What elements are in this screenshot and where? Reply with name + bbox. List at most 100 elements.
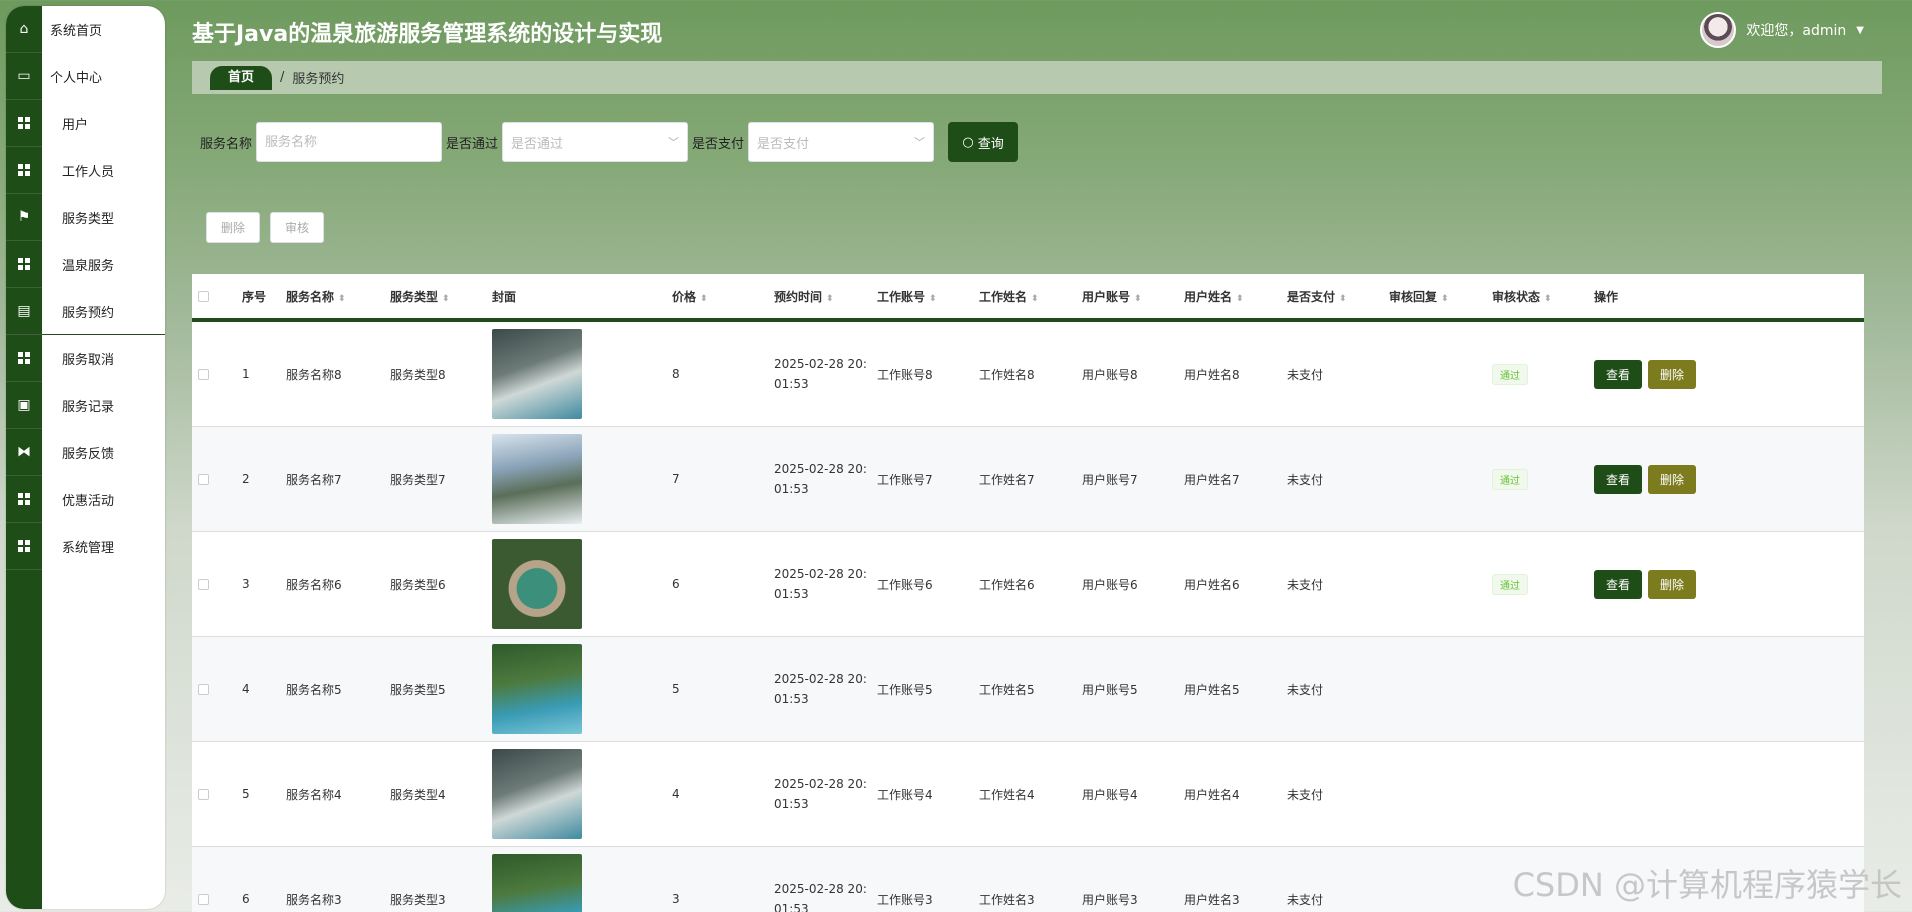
table-row[interactable]: 5 服务名称4 服务类型4 4 2025-02-28 20: 01:53 工作账号4 工作姓名…: [192, 742, 1864, 847]
cell-staff-name: 工作姓名7: [979, 472, 1035, 487]
sort-icon: ⬍: [1236, 293, 1244, 304]
sidebar-item-label: 服务取消: [62, 353, 115, 368]
row-checkbox[interactable]: [198, 473, 209, 485]
delete-button[interactable]: 删除: [1648, 359, 1697, 389]
sidebar-item-promotions[interactable]: 优惠活动: [6, 476, 165, 523]
cell-booking-time: 2025-02-28 20: 01:53: [774, 879, 877, 912]
search-button[interactable]: ○ 查询: [948, 122, 1019, 162]
approved-select[interactable]: 是否通过 ﹀: [502, 122, 689, 162]
paid-label: 是否支付: [692, 136, 745, 152]
sidebar-item-staff[interactable]: 工作人员: [6, 147, 165, 194]
booking-time-date: 2025-02-28 20:: [774, 357, 867, 371]
sidebar-item-home[interactable]: ⌂ 系统首页: [6, 6, 165, 53]
select-all-checkbox[interactable]: [198, 290, 209, 302]
cell-paid: 未支付: [1287, 682, 1324, 697]
service-name-input[interactable]: [256, 122, 443, 162]
col-service-name[interactable]: 服务名称 ⬍: [286, 288, 390, 305]
cell-service-type: 服务类型6: [390, 577, 446, 592]
cell-booking-time: 2025-02-28 20: 01:53: [774, 354, 877, 394]
cell-service-type: 服务类型5: [390, 682, 446, 697]
table-row[interactable]: 3 服务名称6 服务类型6 6 2025-02-28 20: 01:53 工作账号6 工作姓名…: [192, 532, 1864, 637]
row-checkbox-cell: [192, 893, 242, 905]
bulk-delete-button[interactable]: 删除: [206, 212, 261, 243]
cell-cover: [492, 749, 672, 839]
col-review-reply[interactable]: 审核回复 ⬍: [1389, 288, 1492, 305]
view-button[interactable]: 查看: [1594, 464, 1643, 494]
row-checkbox[interactable]: [198, 893, 209, 905]
delete-button[interactable]: 删除: [1648, 569, 1697, 599]
paid-select[interactable]: 是否支付 ﹀: [748, 122, 935, 162]
booking-time-date: 2025-02-28 20:: [774, 672, 867, 686]
sidebar-item-system[interactable]: 系统管理: [6, 523, 165, 570]
delete-button[interactable]: 删除: [1648, 464, 1697, 494]
cell-price: 3: [672, 892, 680, 906]
sidebar-item-label: 温泉服务: [62, 259, 115, 274]
sidebar-item-booking[interactable]: ▤ 服务预约: [6, 288, 165, 335]
cover-image[interactable]: [492, 539, 582, 629]
sort-icon: ⬍: [1031, 293, 1039, 304]
cover-image[interactable]: [492, 854, 582, 912]
booking-time-clock: 01:53: [774, 482, 809, 496]
cell-staff-name: 工作姓名4: [979, 787, 1035, 802]
user-menu[interactable]: 欢迎您，admin ▼: [1700, 12, 1864, 48]
breadcrumb-current: 服务预约: [292, 72, 345, 87]
cell-service-type: 服务类型7: [390, 472, 446, 487]
cell-paid: 未支付: [1287, 367, 1324, 382]
cover-image[interactable]: [492, 644, 582, 734]
booking-time-clock: 01:53: [774, 692, 809, 706]
sidebar-item-service-type[interactable]: ⚑ 服务类型: [6, 194, 165, 241]
col-actions: 操作: [1594, 289, 1619, 304]
cell-service-name: 服务名称8: [286, 367, 342, 382]
booking-table: 序号 服务名称 ⬍ 服务类型 ⬍ 封面 价格 ⬍ 预约时间 ⬍ 工作账号 ⬍ 工作姓名 ⬍ …: [192, 274, 1864, 912]
breadcrumb-home[interactable]: 首页: [210, 65, 273, 90]
search-icon: ○: [962, 134, 974, 150]
col-review-status[interactable]: 审核状态 ⬍: [1492, 288, 1594, 305]
col-user-account[interactable]: 用户账号 ⬍: [1082, 288, 1184, 305]
sidebar-item-records[interactable]: ▣ 服务记录: [6, 382, 165, 429]
cell-staff-account: 工作账号4: [877, 787, 933, 802]
sidebar-item-cancel[interactable]: 服务取消: [6, 335, 165, 382]
cell-user-account: 用户账号8: [1082, 367, 1138, 382]
booking-time-clock: 01:53: [774, 797, 809, 811]
cell-review-status: 通过: [1492, 573, 1594, 595]
cell-user-account: 用户账号4: [1082, 787, 1138, 802]
row-checkbox[interactable]: [198, 788, 209, 800]
breadcrumb-separator: /: [280, 70, 285, 85]
table-row[interactable]: 1 服务名称8 服务类型8 8 2025-02-28 20: 01:53 工作账号8 工作姓名…: [192, 322, 1864, 427]
search-bar: 服务名称 是否通过 是否通过 ﹀ 是否支付 是否支付 ﹀ ○ 查询: [200, 122, 1019, 162]
cover-image[interactable]: [492, 329, 582, 419]
table-row[interactable]: 2 服务名称7 服务类型7 7 2025-02-28 20: 01:53 工作账号7 工作姓名…: [192, 427, 1864, 532]
table-row[interactable]: 4 服务名称5 服务类型5 5 2025-02-28 20: 01:53 工作账号5 工作姓名…: [192, 637, 1864, 742]
breadcrumb: 首页 / 服务预约: [192, 61, 1882, 94]
col-staff-account[interactable]: 工作账号 ⬍: [877, 288, 979, 305]
col-price[interactable]: 价格 ⬍: [672, 288, 774, 305]
row-checkbox[interactable]: [198, 368, 209, 380]
col-paid[interactable]: 是否支付 ⬍: [1287, 288, 1389, 305]
sidebar-item-feedback[interactable]: ⧓ 服务反馈: [6, 429, 165, 476]
approved-placeholder: 是否通过: [511, 136, 564, 152]
view-button[interactable]: 查看: [1594, 359, 1643, 389]
row-checkbox[interactable]: [198, 683, 209, 695]
caret-down-icon[interactable]: ▼: [1856, 25, 1864, 36]
avatar[interactable]: [1700, 12, 1737, 48]
sidebar-item-profile[interactable]: ▭ 个人中心: [6, 53, 165, 100]
sidebar-item-users[interactable]: 用户: [6, 100, 165, 147]
cell-index: 3: [242, 577, 250, 591]
view-button[interactable]: 查看: [1594, 569, 1643, 599]
booking-time-clock: 01:53: [774, 902, 809, 912]
col-booking-time[interactable]: 预约时间 ⬍: [774, 288, 877, 305]
col-user-name[interactable]: 用户姓名 ⬍: [1184, 288, 1287, 305]
cover-image[interactable]: [492, 434, 582, 524]
cover-image[interactable]: [492, 749, 582, 839]
col-staff-name[interactable]: 工作姓名 ⬍: [979, 288, 1082, 305]
sidebar-item-label: 用户: [62, 118, 89, 133]
watermark: CSDN @计算机程序猿学长: [1512, 866, 1902, 904]
sidebar-item-label: 服务反馈: [62, 447, 115, 462]
row-checkbox[interactable]: [198, 578, 209, 590]
bulk-review-button[interactable]: 审核: [270, 212, 325, 243]
sidebar-item-label: 个人中心: [50, 71, 103, 86]
col-service-type[interactable]: 服务类型 ⬍: [390, 288, 492, 305]
cell-user-account: 用户账号5: [1082, 682, 1138, 697]
cell-staff-account: 工作账号3: [877, 892, 933, 907]
sidebar-item-hotspring-service[interactable]: 温泉服务: [6, 241, 165, 288]
